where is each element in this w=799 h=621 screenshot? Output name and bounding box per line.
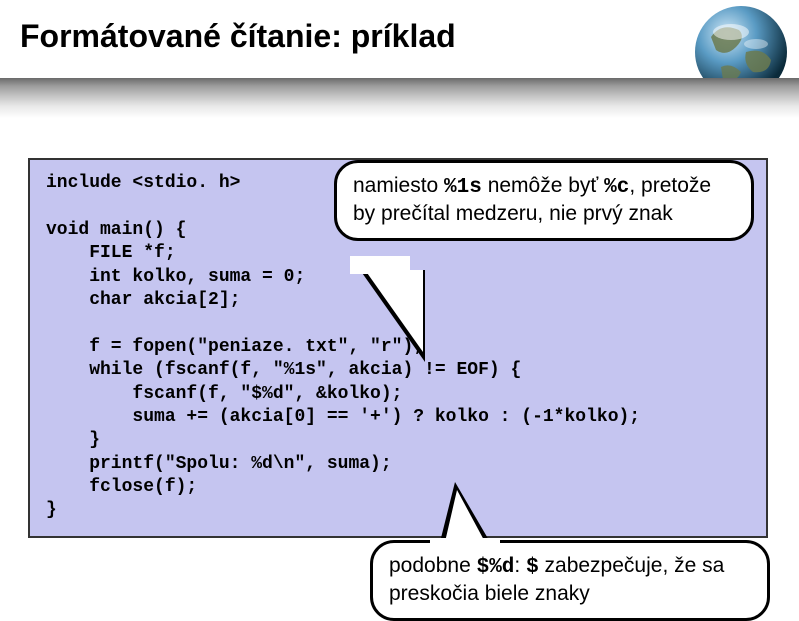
callout-pointer <box>350 256 410 274</box>
callout-bubble-1: namiesto %1s nemôže byť %c, pretože by p… <box>334 160 754 241</box>
callout-text: podobne <box>389 554 477 577</box>
callout-pointer <box>430 538 500 548</box>
page-title: Formátované čítanie: príklad <box>20 18 456 55</box>
callout-bubble-2: podobne $%d: $ zabezpečuje, že sa presko… <box>370 540 770 621</box>
callout-text: namiesto <box>353 174 444 197</box>
callout-code: %1s <box>444 176 482 199</box>
callout-text: nemôže byť <box>482 174 604 197</box>
callout-code: $%d <box>477 556 515 579</box>
callout-pointer <box>365 270 423 352</box>
callout-code: %c <box>604 176 629 199</box>
callout-pointer <box>445 490 485 542</box>
title-divider <box>0 78 799 118</box>
callout-code: $ <box>526 556 539 579</box>
callout-text: : <box>514 554 526 577</box>
